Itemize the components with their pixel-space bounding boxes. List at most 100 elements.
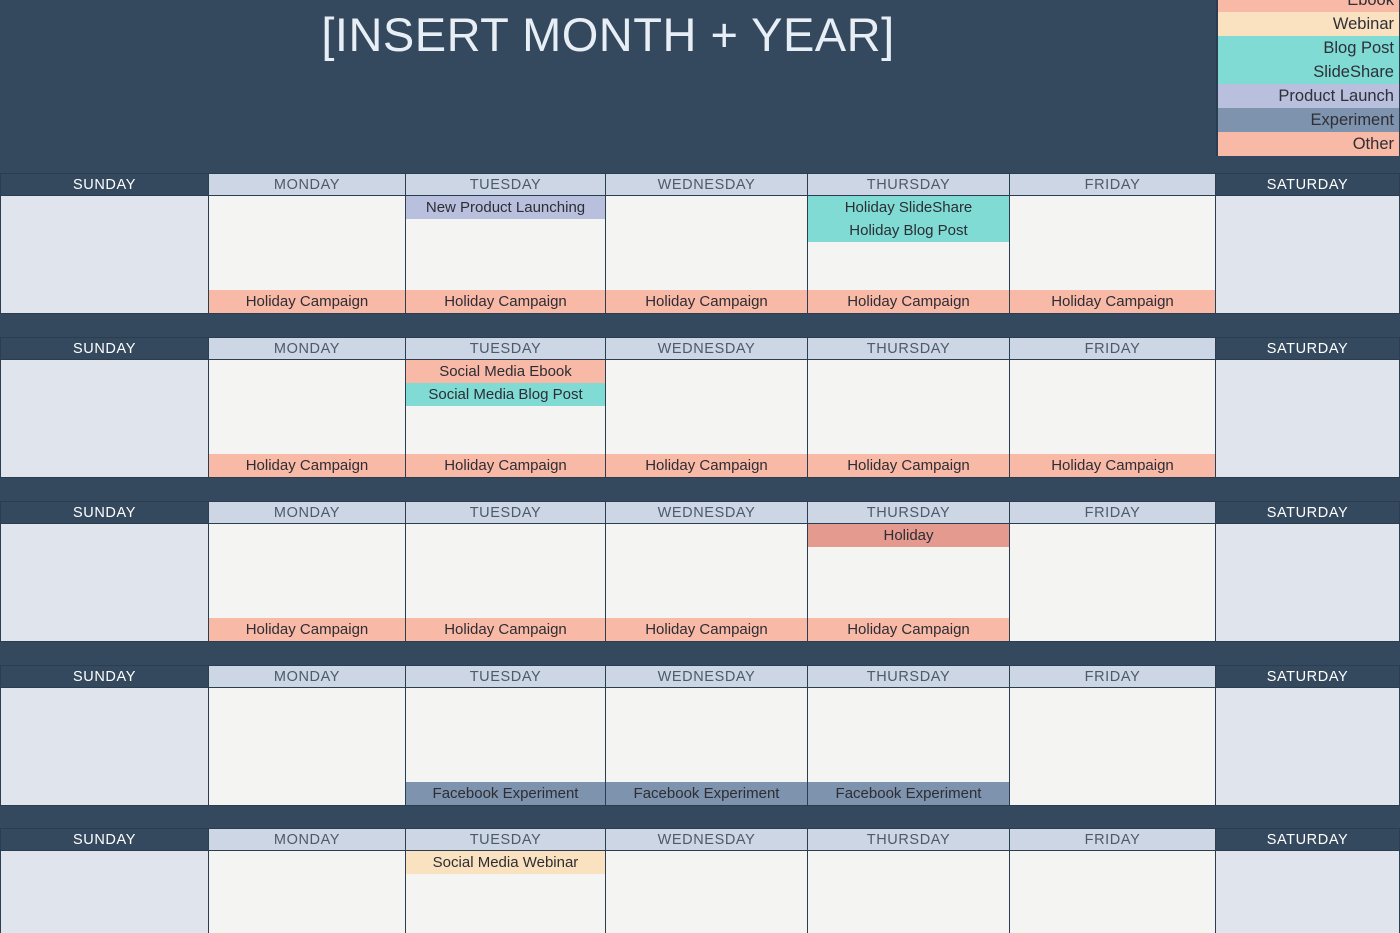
event-chip[interactable]: Social Media Webinar	[406, 851, 605, 874]
day-events-top: Social Media Webinar	[406, 851, 605, 874]
day-cell-spacer	[808, 360, 1009, 454]
event-chip[interactable]: Holiday Campaign	[808, 454, 1009, 477]
week-4: SUNDAY MONDAY TUESDAY WEDNESDAY THURSDAY FRID…	[0, 665, 1400, 806]
day-cell-wednesday[interactable]: Holiday Campaign	[606, 196, 808, 314]
day-events-bottom: Holiday Campaign	[808, 290, 1009, 313]
event-chip[interactable]: Holiday	[808, 524, 1009, 547]
day-cell-tuesday[interactable]: New Product Launching Holiday Campaign	[406, 196, 606, 314]
event-chip[interactable]: Holiday Campaign	[406, 454, 605, 477]
day-cell-saturday[interactable]	[1216, 688, 1400, 806]
event-chip[interactable]: New Product Launching	[406, 196, 605, 219]
day-cell-friday[interactable]	[1010, 851, 1216, 933]
day-cell-tuesday[interactable]: Holiday Campaign	[406, 524, 606, 642]
event-chip[interactable]: Holiday Campaign	[1010, 290, 1215, 313]
day-header-row: SUNDAY MONDAY TUESDAY WEDNESDAY THURSDAY FRID…	[0, 173, 1400, 196]
event-chip[interactable]: Holiday Campaign	[606, 454, 807, 477]
day-events-top: Holiday	[808, 524, 1009, 547]
day-cell-spacer	[209, 360, 405, 454]
day-cell-spacer	[808, 242, 1009, 290]
day-events-bottom: Facebook Experiment	[406, 782, 605, 805]
day-events-bottom: Holiday Campaign	[209, 454, 405, 477]
day-cell-saturday[interactable]	[1216, 524, 1400, 642]
event-chip[interactable]: Holiday SlideShare	[808, 196, 1009, 219]
day-cell-thursday[interactable]	[808, 851, 1010, 933]
event-chip[interactable]: Facebook Experiment	[406, 782, 605, 805]
day-cell-spacer	[406, 688, 605, 782]
event-chip[interactable]: Social Media Blog Post	[406, 383, 605, 406]
day-cell-monday[interactable]: Holiday Campaign	[209, 524, 406, 642]
event-chip[interactable]: Social Media Ebook	[406, 360, 605, 383]
day-cell-saturday[interactable]	[1216, 851, 1400, 933]
title-banner: [INSERT MONTH + YEAR] Ebook Webinar Blog P…	[0, 0, 1400, 170]
event-chip[interactable]: Holiday Campaign	[209, 454, 405, 477]
day-header-thursday: THURSDAY	[808, 173, 1010, 196]
day-cell-monday[interactable]	[209, 688, 406, 806]
day-cell-wednesday[interactable]: Holiday Campaign	[606, 360, 808, 478]
day-cell-wednesday[interactable]: Facebook Experiment	[606, 688, 808, 806]
event-chip[interactable]: Holiday Campaign	[808, 618, 1009, 641]
week-5: SUNDAY MONDAY TUESDAY WEDNESDAY THURSDAY FRID…	[0, 828, 1400, 933]
event-chip[interactable]: Holiday Campaign	[606, 290, 807, 313]
week-2: SUNDAY MONDAY TUESDAY WEDNESDAY THURSDAY FRID…	[0, 337, 1400, 478]
day-cell-sunday[interactable]	[0, 360, 209, 478]
day-cell-tuesday[interactable]: Facebook Experiment	[406, 688, 606, 806]
day-events-bottom: Facebook Experiment	[606, 782, 807, 805]
event-chip[interactable]: Holiday Campaign	[406, 618, 605, 641]
day-cell-sunday[interactable]	[0, 851, 209, 933]
legend-item-slideshare: SlideShare	[1218, 60, 1399, 84]
day-cell-thursday[interactable]: Holiday Holiday Campaign	[808, 524, 1010, 642]
event-chip[interactable]: Holiday Campaign	[1010, 454, 1215, 477]
day-cell-friday[interactable]: Holiday Campaign	[1010, 360, 1216, 478]
day-header-friday: FRIDAY	[1010, 337, 1216, 360]
day-cell-monday[interactable]: Holiday Campaign	[209, 196, 406, 314]
event-chip[interactable]: Holiday Campaign	[209, 618, 405, 641]
day-events-bottom: Holiday Campaign	[406, 618, 605, 641]
day-header-wednesday: WEDNESDAY	[606, 337, 808, 360]
day-cell-friday[interactable]: Holiday Campaign	[1010, 196, 1216, 314]
day-cell-sunday[interactable]	[0, 688, 209, 806]
day-cell-thursday[interactable]: Holiday SlideShare Holiday Blog Post Holid…	[808, 196, 1010, 314]
day-cell-thursday[interactable]: Facebook Experiment	[808, 688, 1010, 806]
event-chip[interactable]: Holiday Campaign	[406, 290, 605, 313]
day-cell-spacer	[1, 524, 208, 641]
day-cell-sunday[interactable]	[0, 196, 209, 314]
day-header-monday: MONDAY	[209, 828, 406, 851]
day-cell-tuesday[interactable]: Social Media Ebook Social Media Blog Post…	[406, 360, 606, 478]
day-cell-monday[interactable]	[209, 851, 406, 933]
day-cell-tuesday[interactable]: Social Media Webinar	[406, 851, 606, 933]
day-cell-spacer	[406, 406, 605, 454]
day-cell-spacer	[606, 688, 807, 782]
day-events-bottom: Holiday Campaign	[209, 290, 405, 313]
day-header-row: SUNDAY MONDAY TUESDAY WEDNESDAY THURSDAY FRID…	[0, 665, 1400, 688]
day-cell-spacer	[406, 219, 605, 290]
week-1: SUNDAY MONDAY TUESDAY WEDNESDAY THURSDAY FRID…	[0, 173, 1400, 314]
day-cell-sunday[interactable]	[0, 524, 209, 642]
event-chip[interactable]: Facebook Experiment	[808, 782, 1009, 805]
day-cell-spacer	[1010, 196, 1215, 290]
event-chip[interactable]: Facebook Experiment	[606, 782, 807, 805]
day-cell-monday[interactable]: Holiday Campaign	[209, 360, 406, 478]
day-header-sunday: SUNDAY	[0, 828, 209, 851]
day-cell-spacer	[606, 524, 807, 618]
day-header-sunday: SUNDAY	[0, 501, 209, 524]
day-cell-saturday[interactable]	[1216, 360, 1400, 478]
day-header-thursday: THURSDAY	[808, 665, 1010, 688]
event-chip[interactable]: Holiday Campaign	[606, 618, 807, 641]
event-chip[interactable]: Holiday Blog Post	[808, 219, 1009, 242]
day-cell-wednesday[interactable]	[606, 851, 808, 933]
day-header-monday: MONDAY	[209, 173, 406, 196]
day-cell-wednesday[interactable]: Holiday Campaign	[606, 524, 808, 642]
day-header-saturday: SATURDAY	[1216, 337, 1400, 360]
day-cell-thursday[interactable]: Holiday Campaign	[808, 360, 1010, 478]
event-chip[interactable]: Holiday Campaign	[209, 290, 405, 313]
day-header-friday: FRIDAY	[1010, 501, 1216, 524]
day-cell-saturday[interactable]	[1216, 196, 1400, 314]
day-cell-friday[interactable]	[1010, 688, 1216, 806]
event-chip[interactable]: Holiday Campaign	[808, 290, 1009, 313]
day-cell-spacer	[808, 688, 1009, 782]
day-cell-spacer	[1216, 524, 1399, 641]
content-calendar-page: [INSERT MONTH + YEAR] Ebook Webinar Blog P…	[0, 0, 1400, 933]
day-cell-friday[interactable]	[1010, 524, 1216, 642]
day-events-bottom: Holiday Campaign	[606, 454, 807, 477]
day-cell-spacer	[209, 196, 405, 290]
